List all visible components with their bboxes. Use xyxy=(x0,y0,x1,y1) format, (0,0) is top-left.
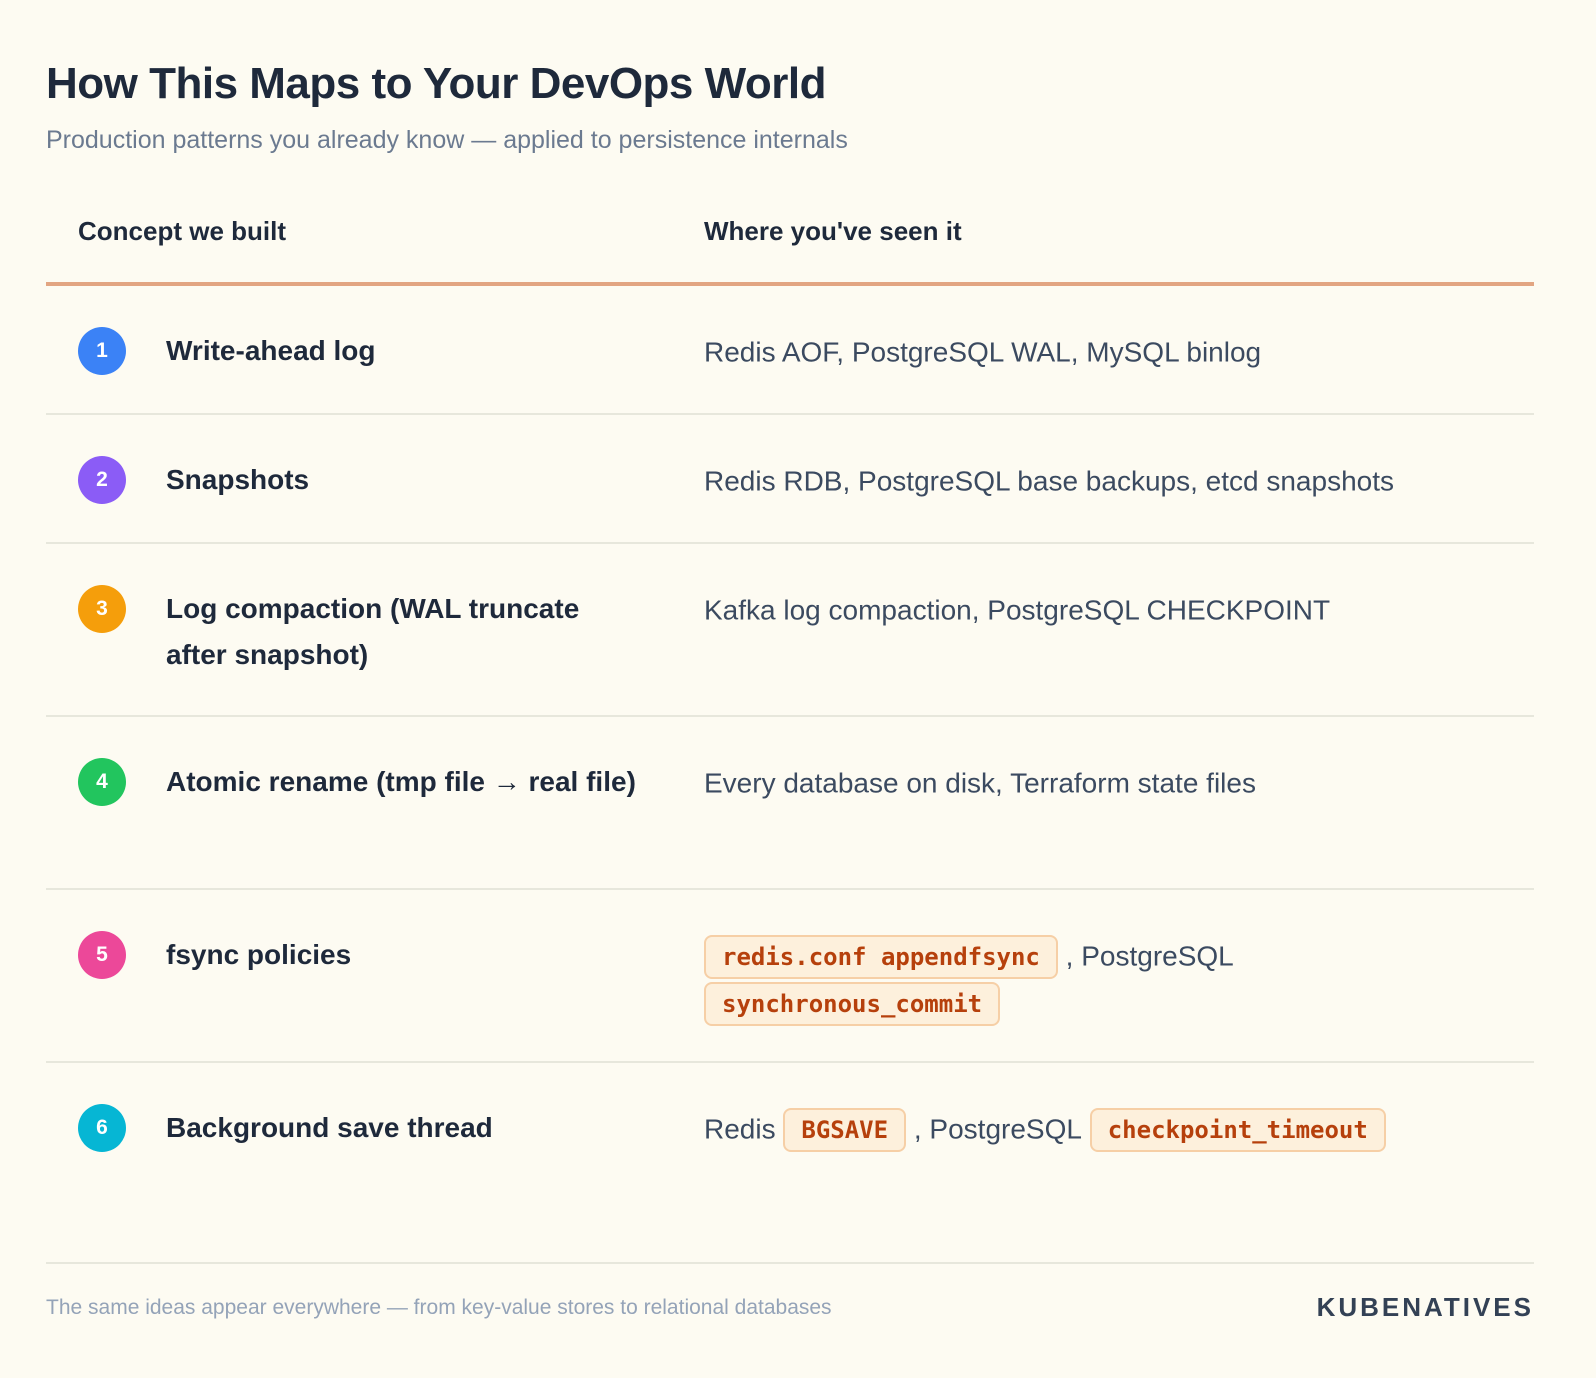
row-number-badge: 5 xyxy=(78,931,126,979)
concept-cell: Snapshots xyxy=(166,464,310,495)
where-text: Redis xyxy=(704,1113,776,1145)
column-header-where: Where you've seen it xyxy=(704,216,962,246)
concept-cell: Atomic rename (tmp file → real file) xyxy=(166,766,636,797)
row-number-badge: 6 xyxy=(78,1104,126,1152)
brand-wordmark: KUBENATIVES xyxy=(1316,1292,1534,1322)
code-snippet: synchronous_commit xyxy=(704,982,1001,1027)
concept-cell: Background save thread xyxy=(166,1112,493,1143)
where-text: Every database on disk, Terraform state … xyxy=(704,767,1256,799)
page: How This Maps to Your DevOps World Produ… xyxy=(46,0,1534,1378)
where-text: Redis RDB, PostgreSQL base backups, etcd… xyxy=(704,465,1394,497)
row-number-badge: 3 xyxy=(78,585,126,633)
row-number-badge: 4 xyxy=(78,758,126,806)
where-text: , PostgreSQL xyxy=(1065,940,1234,972)
table-row: 6 Background save thread Redis BGSAVE , … xyxy=(46,1063,1534,1190)
table-row: 4 Atomic rename (tmp file → real file) E… xyxy=(46,717,1534,890)
where-cell: Kafka log compaction, PostgreSQL CHECKPO… xyxy=(704,586,1524,634)
row-number-badge: 2 xyxy=(78,456,126,504)
code-snippet: checkpoint_timeout xyxy=(1089,1107,1386,1152)
where-text: Redis AOF, PostgreSQL WAL, MySQL binlog xyxy=(704,336,1262,368)
footer-divider xyxy=(46,1262,1534,1264)
where-cell: redis.conf appendfsync , PostgreSQL sync… xyxy=(704,932,1524,1027)
concept-cell: Write-ahead log xyxy=(166,335,376,366)
row-number-badge: 1 xyxy=(78,327,126,375)
table-row: 2 Snapshots Redis RDB, PostgreSQL base b… xyxy=(46,415,1534,544)
where-cell: Every database on disk, Terraform state … xyxy=(704,759,1524,807)
page-title: How This Maps to Your DevOps World xyxy=(46,59,826,108)
where-cell: Redis AOF, PostgreSQL WAL, MySQL binlog xyxy=(704,328,1524,376)
code-snippet: BGSAVE xyxy=(783,1107,907,1152)
table-header: Concept we built Where you've seen it xyxy=(46,190,1534,286)
concept-cell: Log compaction (WAL truncate after snaps… xyxy=(166,593,580,670)
where-text: , PostgreSQL xyxy=(913,1113,1082,1145)
page-subtitle: Production patterns you already know — a… xyxy=(46,126,848,154)
column-header-concept: Concept we built xyxy=(78,216,286,246)
table-row: 3 Log compaction (WAL truncate after sna… xyxy=(46,544,1534,717)
where-text: Kafka log compaction, PostgreSQL CHECKPO… xyxy=(704,594,1331,626)
mapping-table: Concept we built Where you've seen it 1 … xyxy=(46,190,1534,1190)
table-row: 1 Write-ahead log Redis AOF, PostgreSQL … xyxy=(46,286,1534,415)
where-cell: Redis BGSAVE , PostgreSQL checkpoint_tim… xyxy=(704,1105,1524,1153)
footer-note: The same ideas appear everywhere — from … xyxy=(46,1296,832,1319)
where-cell: Redis RDB, PostgreSQL base backups, etcd… xyxy=(704,457,1524,505)
table-row: 5 fsync policies redis.conf appendfsync … xyxy=(46,890,1534,1063)
concept-cell: fsync policies xyxy=(166,939,352,970)
code-snippet: redis.conf appendfsync xyxy=(704,934,1058,979)
